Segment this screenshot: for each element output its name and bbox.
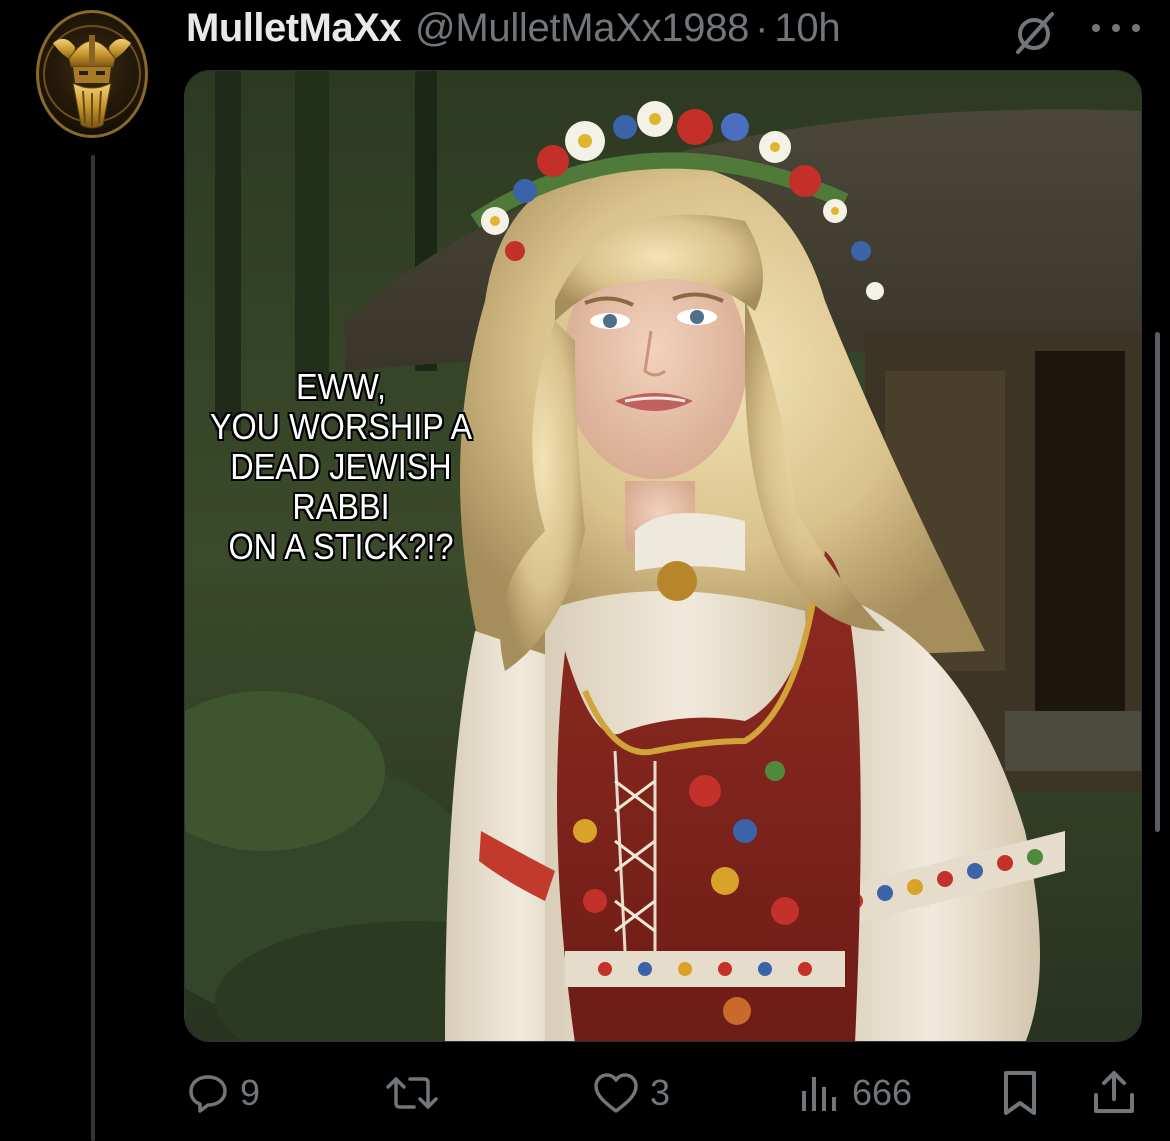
post-time[interactable]: 10h (774, 6, 840, 51)
heart-icon (592, 1071, 640, 1115)
tweet-media-image[interactable]: EWW, YOU WORSHIP A DEAD JEWISH RABBI ON … (184, 70, 1142, 1042)
bookmark-icon (998, 1069, 1042, 1117)
caption-line: YOU WORSHIP A (209, 406, 473, 447)
reply-button[interactable]: 9 (186, 1068, 260, 1118)
analytics-icon (798, 1071, 842, 1115)
reply-count: 9 (240, 1072, 261, 1113)
like-count: 3 (650, 1072, 671, 1113)
caption-line: RABBI (292, 486, 390, 527)
thread-connector-line (91, 155, 95, 1141)
share-button[interactable] (1092, 1068, 1136, 1118)
caption-line: EWW, (296, 366, 386, 407)
author-avatar[interactable] (36, 10, 148, 138)
bookmark-button[interactable] (998, 1068, 1042, 1118)
repost-button[interactable] (384, 1068, 450, 1118)
tweet-action-bar: 9 3 666 (0, 1068, 1170, 1118)
author-handle[interactable]: @MulletMaXx1988 (415, 6, 749, 51)
caption-line: DEAD JEWISH (230, 446, 452, 487)
scrollbar[interactable] (1155, 332, 1160, 832)
views-button[interactable]: 666 (798, 1068, 912, 1118)
repost-icon (384, 1071, 440, 1115)
grok-icon[interactable] (1010, 8, 1058, 56)
meme-caption: EWW, YOU WORSHIP A DEAD JEWISH RABBI ON … (201, 367, 482, 567)
separator-dot: · (755, 5, 769, 50)
author-display-name[interactable]: MulletMaXx (186, 6, 402, 51)
like-button[interactable]: 3 (592, 1068, 670, 1118)
share-icon (1092, 1069, 1136, 1117)
reply-icon (186, 1071, 230, 1115)
view-count: 666 (852, 1072, 913, 1113)
viking-helmet-avatar-icon (43, 25, 141, 129)
caption-line: ON A STICK?!? (228, 526, 454, 567)
more-icon[interactable] (1092, 24, 1140, 36)
